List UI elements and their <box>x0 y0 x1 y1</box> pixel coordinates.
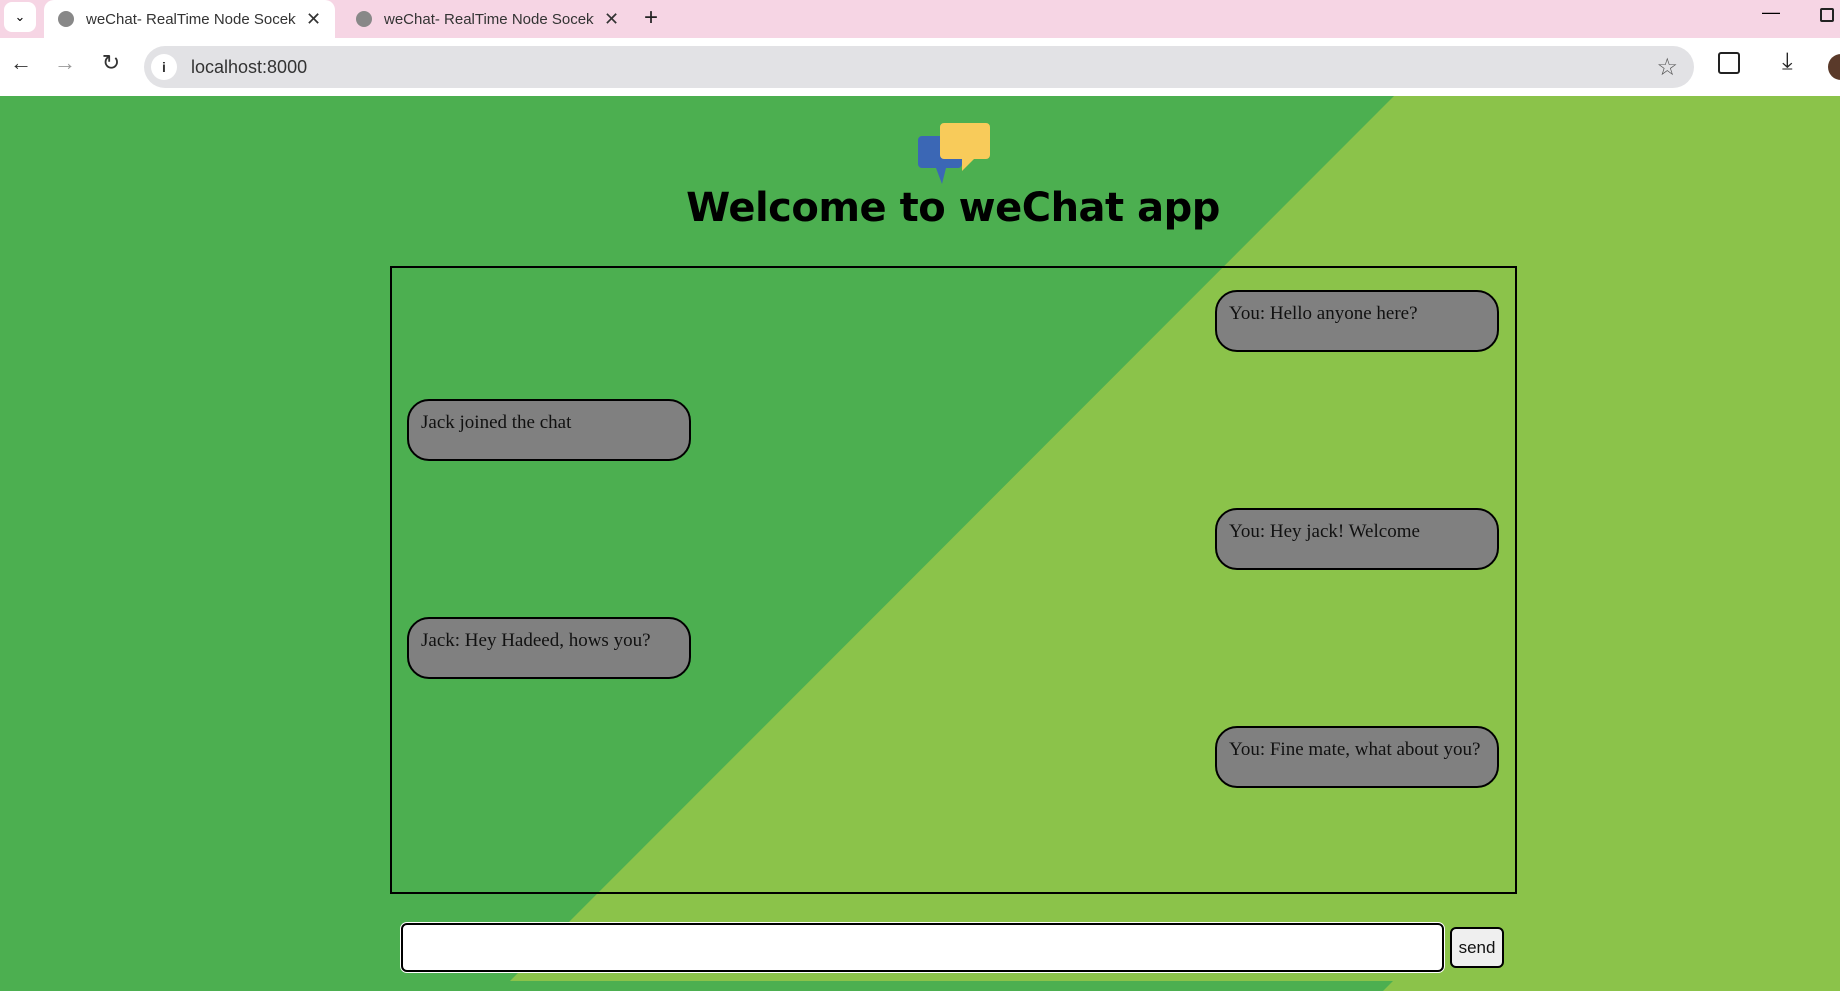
url-text: localhost:8000 <box>191 56 308 77</box>
globe-icon <box>356 11 372 27</box>
chat-bubbles-icon <box>918 123 990 184</box>
address-bar[interactable]: i localhost:8000 ☆ <box>144 46 1694 88</box>
avatar[interactable] <box>1828 54 1840 80</box>
forward-button[interactable]: → <box>50 50 80 76</box>
new-tab-button[interactable]: + <box>644 4 658 32</box>
message-bubble: You: Hey jack! Welcome <box>1215 508 1499 570</box>
site-info-icon[interactable]: i <box>151 54 177 80</box>
close-tab-icon[interactable]: ✕ <box>306 9 321 30</box>
message-input[interactable] <box>401 923 1444 972</box>
tab-search-button[interactable]: ⌄ <box>4 2 36 32</box>
globe-icon <box>58 11 74 27</box>
chat-container: You: Hello anyone here? Jack joined the … <box>390 266 1517 894</box>
reload-button[interactable]: ↻ <box>96 50 126 76</box>
download-icon[interactable]: ⤓ <box>1782 48 1793 76</box>
back-button[interactable]: ← <box>6 50 36 76</box>
close-tab-icon[interactable]: ✕ <box>604 9 619 30</box>
send-button[interactable]: send <box>1450 927 1504 968</box>
message-bubble: Jack joined the chat <box>407 399 691 461</box>
tab-2[interactable]: weChat- RealTime Node Socekt ✕ <box>342 0 633 38</box>
tab-bar: ⌄ weChat- RealTime Node Socekt ✕ weChat-… <box>0 0 1840 38</box>
message-bubble: You: Hello anyone here? <box>1215 290 1499 352</box>
bookmark-star-icon[interactable]: ☆ <box>1656 53 1678 82</box>
tab-1[interactable]: weChat- RealTime Node Socekt ✕ <box>44 0 336 38</box>
restore-button[interactable] <box>1820 8 1834 22</box>
tab-title: weChat- RealTime Node Socekt <box>86 10 296 28</box>
page-title: Welcome to weChat app <box>686 185 1220 231</box>
message-bubble: Jack: Hey Hadeed, hows you? <box>407 617 691 679</box>
browser-toolbar: ← → ↻ i localhost:8000 ☆ ⤓ <box>0 38 1840 96</box>
tab-title: weChat- RealTime Node Socekt <box>384 10 594 28</box>
message-bubble: You: Fine mate, what about you? <box>1215 726 1499 788</box>
extensions-icon[interactable] <box>1718 52 1740 74</box>
minimize-button[interactable]: — <box>1762 2 1780 23</box>
